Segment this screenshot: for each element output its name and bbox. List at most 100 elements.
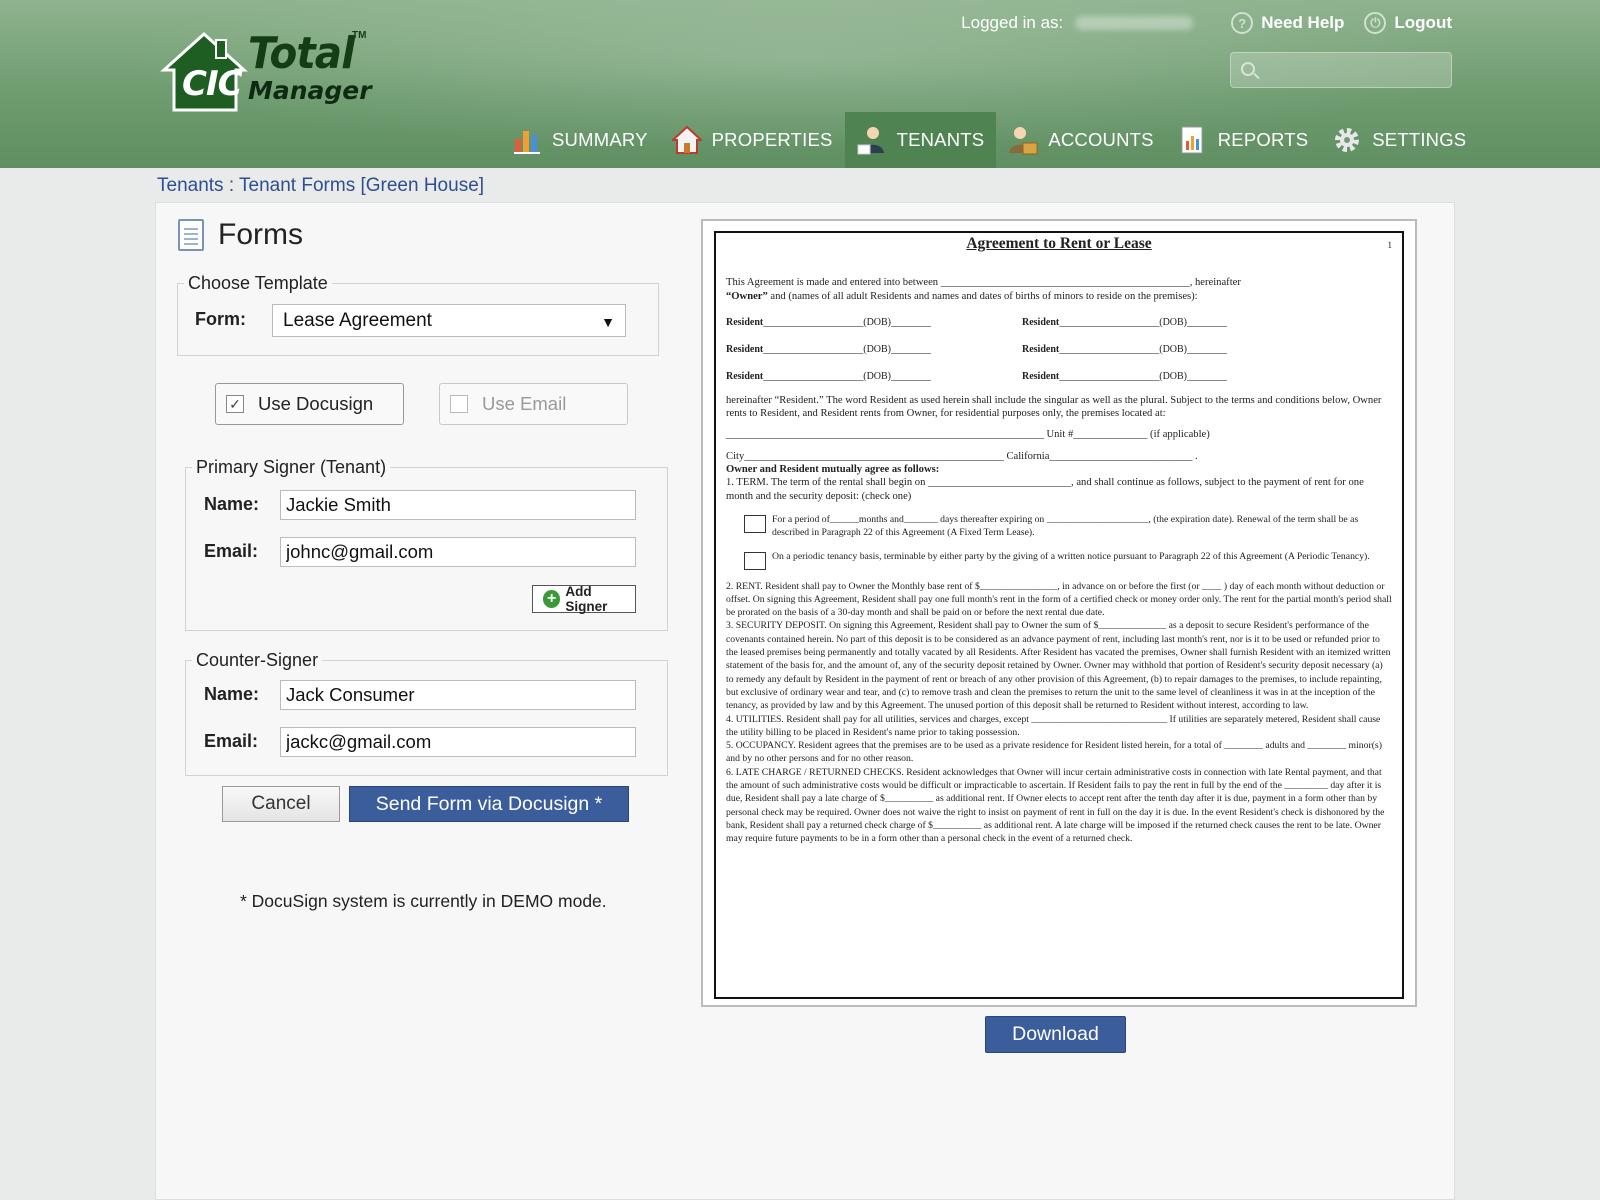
doc-agree-line: Owner and Resident mutually agree as fol… [726,464,940,476]
nav-reports-label: REPORTS [1217,129,1309,150]
page-title: Forms [218,218,303,251]
counter-email-input[interactable] [280,727,636,757]
logout-link[interactable]: ⏻ Logout [1364,12,1452,34]
resident-blank: ____________________ [763,370,864,382]
resident-label: Resident [726,370,764,382]
main-nav: SUMMARY PROPERTIES TENANTS ACCOUNTS REPO… [500,112,1478,168]
primary-name-input[interactable] [280,490,636,520]
use-email-option[interactable]: Use Email [439,383,628,425]
lease-document: Agreement to Rent or Lease 1 This Agreem… [714,231,1404,999]
dob-blank: ________ [891,370,932,382]
nav-settings-label: SETTINGS [1372,129,1467,150]
fixed-term-checkbox [744,514,766,533]
doc-intro-owner: “Owner” and (names of all adult Resident… [726,290,1392,303]
choose-template-legend: Choose Template [188,273,328,293]
resident-blank: ____________________ [763,343,864,355]
bar-chart-icon [514,131,540,154]
nav-properties[interactable]: PROPERTIES [660,112,845,168]
dob-blank: ________ [1187,343,1228,355]
document-title: Agreement to Rent or Lease 1 [726,235,1393,252]
dob-blank: ________ [891,316,932,328]
resident-blank: ____________________ [1059,316,1160,328]
nav-tenants[interactable]: TENANTS [844,112,997,168]
breadcrumb[interactable]: Tenants : Tenant Forms [Green House] [157,175,484,197]
doc-rent-paragraph: 2. RENT. Resident shall pay to Owner the… [726,580,1392,619]
dob-label: (DOB) [863,343,892,355]
dob-label: (DOB) [1159,370,1188,382]
house-icon [671,125,702,154]
cancel-button[interactable]: Cancel [222,786,340,822]
resident-blank: ____________________ [1059,370,1160,382]
nav-summary-label: SUMMARY [552,129,648,150]
use-docusign-option[interactable]: ✓ Use Docusign [215,383,404,425]
nav-settings[interactable]: SETTINGS [1320,112,1478,168]
primary-name-label: Name: [204,494,260,514]
form-template-select[interactable]: Lease Agreement ▼ [272,304,626,337]
counter-signer-group: Counter-Signer [185,650,668,776]
tenants-icon [857,127,884,155]
doc-intro-rest: and (names of all adult Residents and na… [767,290,1198,302]
dob-label: (DOB) [1159,316,1188,328]
dob-blank: ________ [1187,370,1228,382]
search-icon [1241,62,1255,76]
primary-email-label: Email: [204,541,259,561]
dob-blank: ________ [1187,316,1228,328]
resident-row: Resident____________________(DOB)_______… [726,336,1392,363]
gear-icon [1335,128,1360,152]
demo-mode-note: * DocuSign system is currently in DEMO m… [240,891,607,911]
page-number: 1 [1387,240,1393,250]
form-label: Form: [195,309,246,329]
logo-cic-text: CIC [182,64,243,104]
nav-accounts[interactable]: ACCOUNTS [996,112,1165,168]
counter-name-input[interactable] [280,680,636,710]
nav-summary[interactable]: SUMMARY [500,112,660,168]
send-docusign-button[interactable]: Send Form via Docusign * [349,786,629,822]
counter-signer-legend: Counter-Signer [196,650,319,670]
logo-manager-text: Manager [248,76,372,105]
primary-signer-legend: Primary Signer (Tenant) [196,457,387,477]
doc-intro-line: This Agreement is made and entered into … [726,277,1241,289]
need-help-link[interactable]: ? Need Help [1231,12,1344,34]
app-header: CIC Total TM Manager Logged in as: ? Nee… [0,0,1600,168]
resident-row: Resident____________________(DOB)_______… [726,309,1392,336]
use-docusign-checkbox[interactable]: ✓ [226,395,244,413]
nav-reports[interactable]: REPORTS [1166,112,1321,168]
doc-city-line: City____________________________________… [726,450,1198,462]
accounts-icon [1009,127,1038,155]
doc-resident-paragraph: hereinafter “Resident.” The word Residen… [726,394,1382,420]
resident-blank: ____________________ [1059,343,1160,355]
primary-email-input[interactable] [280,537,636,567]
resident-label: Resident [726,316,764,328]
document-icon [178,219,204,251]
need-help-label: Need Help [1261,13,1345,32]
use-email-label: Use Email [482,393,567,414]
dob-label: (DOB) [863,370,892,382]
resident-blank: ____________________ [763,316,864,328]
counter-name-label: Name: [204,684,260,704]
dob-label: (DOB) [863,316,892,328]
report-icon [1181,126,1203,154]
logged-in-username-blurred [1075,16,1194,30]
counter-email-label: Email: [204,731,259,751]
download-button[interactable]: Download [985,1016,1126,1053]
nav-properties-label: PROPERTIES [711,129,833,150]
add-signer-button[interactable]: + Add Signer [532,584,636,614]
doc-term-paragraph: 1. TERM. The term of the rental shall be… [726,477,1364,502]
owner-term: “Owner” [726,290,768,302]
periodic-tenancy-option: On a periodic tenancy basis, terminable … [744,550,1392,570]
dob-blank: ________ [891,343,932,355]
resident-label: Resident [1022,316,1060,328]
use-email-checkbox[interactable] [450,395,468,413]
cic-total-manager-logo[interactable]: CIC Total TM Manager [160,26,372,112]
help-icon: ? [1231,12,1254,34]
forms-heading: Forms [178,218,303,252]
logo-tm-text: TM [352,30,367,41]
doc-occupancy-paragraph: 5. OCCUPANCY. Resident agrees that the p… [726,740,1382,765]
add-signer-label: Add Signer [565,584,608,614]
logged-in-label: Logged in as: [961,13,1064,32]
search-input[interactable] [1263,59,1443,81]
doc-deposit-paragraph: 3. SECURITY DEPOSIT. On signing this Agr… [726,620,1391,712]
document-title-text: Agreement to Rent or Lease [966,235,1152,252]
doc-unit-line: ________________________________________… [726,429,1210,441]
logout-label: Logout [1394,13,1452,32]
